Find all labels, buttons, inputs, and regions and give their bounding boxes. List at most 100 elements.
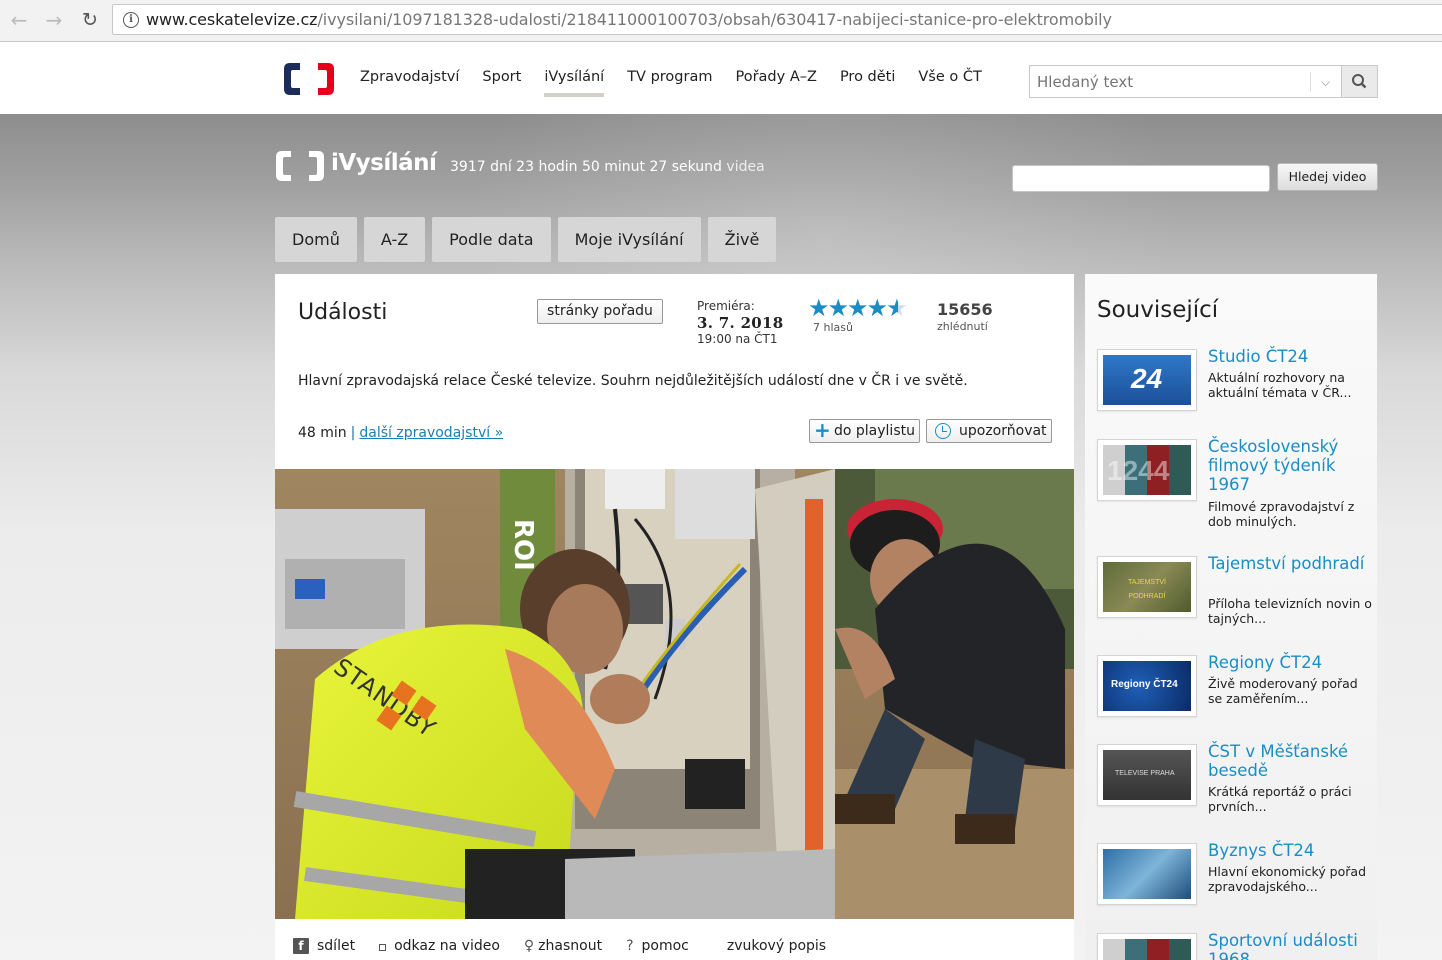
related-thumbnail[interactable]: TELEVISE PRAHA	[1097, 744, 1197, 806]
related-title: Související	[1097, 297, 1219, 323]
ivysilani-logo-text: iVysílání	[331, 150, 437, 176]
premiere-label: Premiéra:	[697, 299, 755, 313]
related-desc: Aktuální rozhovory na aktuální témata v …	[1208, 370, 1352, 400]
tab-moje-ivysilani[interactable]: Moje iVysílání	[557, 217, 701, 262]
lightbulb-icon: ♀	[523, 938, 535, 954]
nav-sport[interactable]: Sport	[482, 69, 521, 91]
facebook-icon: f	[293, 938, 309, 954]
premiere-time: 19:00 na ČT1	[697, 332, 778, 346]
audio-description-button[interactable]: zvukový popis	[727, 938, 826, 954]
share-label: sdílet	[317, 938, 356, 954]
share-button[interactable]: f sdílet	[293, 938, 355, 954]
votes-count: 7 hlasů	[813, 321, 853, 334]
info-icon[interactable]: i	[123, 12, 139, 28]
plus-icon: +	[814, 418, 831, 442]
program-title: Události	[298, 300, 388, 325]
half-star-icon[interactable]: ★	[886, 296, 908, 320]
video-search-input[interactable]	[1012, 165, 1270, 192]
browser-toolbar: ← → ↻ i www.ceskatelevize.cz/ivysilani/1…	[0, 0, 1442, 42]
star-icon[interactable]: ★	[808, 296, 830, 320]
related-desc: Filmové zpravodajství z dob minulých.	[1208, 499, 1355, 529]
related-name[interactable]: Tajemství podhradí	[1208, 554, 1373, 573]
thumb-text: TAJEMSTVÍ PODHRADÍ	[1128, 579, 1166, 600]
related-name[interactable]: Sportovní události 1968	[1208, 931, 1373, 960]
reload-icon[interactable]: ↻	[79, 9, 101, 31]
back-arrow-icon[interactable]: ←	[8, 9, 30, 31]
site-search-input[interactable]	[1030, 66, 1310, 97]
ct-logo[interactable]	[282, 61, 336, 97]
star-icon[interactable]: ★	[847, 296, 869, 320]
url-host: www.ceskatelevize.cz	[146, 10, 318, 29]
counter-value: 3917 dní 23 hodin 50 minut 27 sekund	[450, 159, 722, 175]
nav-porady-a-z[interactable]: Pořady A–Z	[735, 69, 816, 91]
notify-label: upozorňovat	[959, 423, 1047, 439]
audio-description-label: zvukový popis	[726, 938, 827, 954]
related-thumbnail[interactable]	[1097, 933, 1197, 960]
link-icon	[379, 944, 387, 951]
main-navigation: Zpravodajství Sport iVysílání TV program…	[360, 69, 1005, 97]
related-name[interactable]: Studio ČT24	[1208, 347, 1373, 366]
related-name[interactable]: ČST v Měšťanské besedě	[1208, 742, 1373, 780]
tab-domu[interactable]: Domů	[275, 217, 357, 262]
thumb-text: Regiony ČT24	[1111, 679, 1178, 690]
duration: 48 min	[298, 425, 347, 441]
tab-podle-data[interactable]: Podle data	[432, 217, 551, 262]
star-icon[interactable]: ★	[828, 296, 850, 320]
related-thumbnail[interactable]	[1097, 843, 1197, 905]
nav-tv-program[interactable]: TV program	[627, 69, 712, 91]
views-label: zhlédnutí	[937, 320, 988, 333]
search-button[interactable]	[1341, 66, 1377, 97]
related-thumbnail[interactable]: TAJEMSTVÍ PODHRADÍ	[1097, 556, 1197, 618]
related-thumbnail[interactable]: 24	[1097, 349, 1197, 411]
nav-vse-o-ct[interactable]: Vše o ČT	[918, 69, 981, 91]
video-player[interactable]: ROI STANDBY	[275, 469, 1074, 919]
thumb-text: 24	[1131, 363, 1163, 394]
program-description: Hlavní zpravodajská relace České televiz…	[298, 373, 968, 389]
related-desc: Hlavní ekonomický pořad zpravodajského..…	[1208, 864, 1367, 894]
nav-pro-deti[interactable]: Pro děti	[840, 69, 895, 91]
forward-arrow-icon[interactable]: →	[43, 9, 65, 31]
playlist-label: do playlistu	[834, 423, 915, 439]
dim-lights-button[interactable]: ♀ zhasnout	[524, 938, 602, 954]
station-brand-text: ROI	[508, 519, 538, 571]
star-icon[interactable]: ★	[867, 296, 889, 320]
help-label: pomoc	[641, 938, 689, 954]
notify-button[interactable]: upozorňovat	[926, 419, 1052, 443]
counter-suffix: videa	[726, 159, 765, 175]
thumb-text: 1244	[1107, 455, 1170, 486]
related-name[interactable]: Regiony ČT24	[1208, 653, 1373, 672]
site-header: Zpravodajství Sport iVysílání TV program…	[0, 43, 1442, 114]
nav-ivysilani[interactable]: iVysílání	[544, 69, 604, 97]
related-name[interactable]: Byznys ČT24	[1208, 841, 1373, 860]
related-desc: Krátká reportáž o práci prvních...	[1208, 784, 1352, 814]
chevron-down-icon[interactable]: ⌵	[1310, 72, 1340, 92]
views-count: 15656	[937, 300, 993, 319]
search-icon	[1352, 74, 1367, 89]
related-thumbnail[interactable]: 1244	[1097, 439, 1197, 501]
ivysilani-tabs: Domů A-Z Podle data Moje iVysílání Živě	[275, 217, 783, 262]
thumb-text: TELEVISE PRAHA	[1115, 770, 1175, 777]
add-to-playlist-button[interactable]: + do playlistu	[809, 419, 920, 443]
dim-lights-label: zhasnout	[538, 938, 603, 954]
video-link-button[interactable]: odkaz na video	[379, 938, 500, 954]
divider: |	[350, 425, 356, 441]
video-link-label: odkaz na video	[394, 938, 500, 954]
nav-zpravodajstvi[interactable]: Zpravodajství	[360, 69, 459, 91]
ct-bracket-logo-icon	[276, 151, 324, 181]
tab-a-z[interactable]: A-Z	[363, 217, 426, 262]
help-button[interactable]: ? pomoc	[626, 938, 689, 954]
video-frame-image: ROI STANDBY	[275, 469, 1074, 919]
related-thumbnail[interactable]: Regiony ČT24	[1097, 655, 1197, 717]
video-search-button[interactable]: Hledej video	[1277, 163, 1378, 191]
rating-stars[interactable]: ★ ★ ★ ★ ★	[808, 296, 908, 320]
related-name[interactable]: Československý filmový týdeník 1967	[1208, 437, 1373, 494]
tab-zive[interactable]: Živě	[707, 217, 777, 262]
address-bar[interactable]: i www.ceskatelevize.cz/ivysilani/1097181…	[112, 4, 1442, 35]
related-desc: Živě moderovaný pořad se zaměřením...	[1208, 676, 1358, 706]
question-icon: ?	[626, 938, 634, 954]
show-page-button[interactable]: stránky pořadu	[537, 299, 663, 324]
more-news-link[interactable]: další zpravodajství »	[359, 425, 503, 441]
program-card: Události stránky pořadu Premiéra: 3. 7. …	[275, 274, 1074, 960]
url-path: /ivysilani/1097181328-udalosti/218411000…	[317, 10, 1112, 29]
url-text[interactable]: www.ceskatelevize.cz/ivysilani/109718132…	[146, 10, 1112, 29]
